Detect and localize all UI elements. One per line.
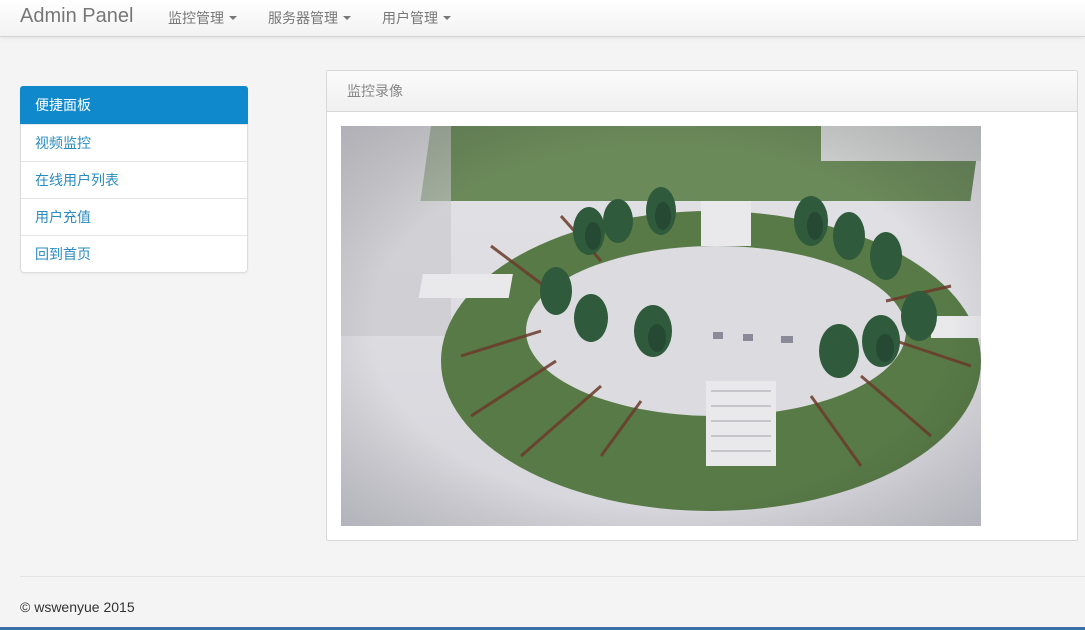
caret-down-icon	[443, 16, 451, 20]
caret-down-icon	[343, 16, 351, 20]
top-navbar: Admin Panel 监控管理 服务器管理 用户管理	[0, 0, 1085, 37]
sidebar-nav: 便捷面板 视频监控 在线用户列表 用户充值 回到首页	[20, 86, 248, 273]
sidebar-item-dashboard[interactable]: 便捷面板	[20, 86, 248, 124]
menu-monitoring-label: 监控管理	[168, 10, 224, 26]
panel-title: 监控录像	[327, 71, 1077, 112]
caret-down-icon	[229, 16, 237, 20]
sidebar-item-online-users[interactable]: 在线用户列表	[21, 161, 247, 198]
menu-users[interactable]: 用户管理	[382, 8, 451, 28]
camera-image	[341, 126, 981, 526]
menu-servers[interactable]: 服务器管理	[268, 8, 351, 28]
menu-users-label: 用户管理	[382, 10, 438, 26]
sidebar-item-home[interactable]: 回到首页	[21, 235, 247, 272]
footer-copyright: © wswenyue 2015	[20, 599, 135, 615]
surveillance-panel: 监控录像	[326, 70, 1078, 541]
brand-link[interactable]: Admin Panel	[20, 5, 133, 28]
sidebar-item-video-monitoring[interactable]: 视频监控	[21, 124, 247, 161]
menu-monitoring[interactable]: 监控管理	[168, 8, 237, 28]
footer-divider	[20, 576, 1085, 577]
sidebar-item-user-recharge[interactable]: 用户充值	[21, 198, 247, 235]
video-feed[interactable]	[341, 126, 981, 526]
menu-servers-label: 服务器管理	[268, 10, 338, 26]
